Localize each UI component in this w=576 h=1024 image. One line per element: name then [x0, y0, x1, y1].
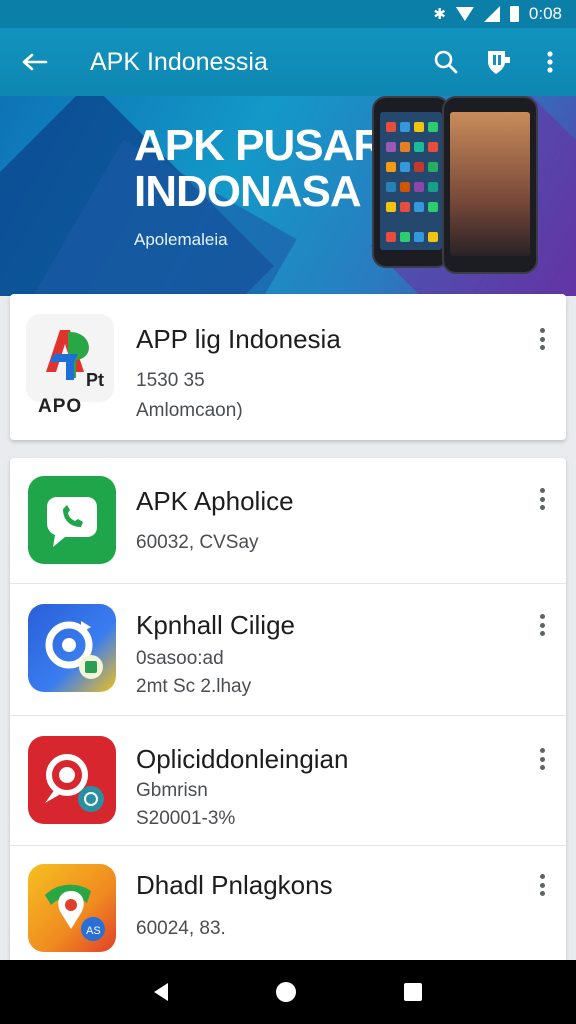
chat-bubble-icon	[28, 476, 116, 564]
more-options-icon[interactable]	[534, 870, 550, 900]
status-time: 0:08	[528, 4, 562, 23]
wifi-icon	[455, 7, 474, 21]
app-meta: Gbmrisn	[136, 780, 208, 801]
featured-app-card[interactable]: Pt APO APP lig Indonesia 1530 35 Amlomca…	[10, 294, 566, 440]
search-icon[interactable]	[420, 28, 472, 96]
app-meta: 0sasoo:ad	[136, 648, 224, 669]
list-item[interactable]: Kpnhall Cilige 0sasoo:ad 2mt Sc 2.lhay	[10, 584, 566, 716]
svg-text:AS: AS	[86, 925, 101, 937]
promo-banner[interactable]: APK PUSAR INDONASA Apolemaleia	[0, 96, 576, 296]
refresh-badge-icon	[28, 604, 116, 692]
phone-illustration	[442, 96, 538, 274]
bluetooth-icon: ✱	[433, 6, 446, 23]
featured-app-icon-mark: Pt	[86, 370, 104, 390]
app-name: Opliciddonleingian	[136, 744, 349, 774]
signal-icon	[483, 6, 500, 22]
list-item[interactable]: Opliciddonleingian Gbmrisn S20001-3%	[10, 716, 566, 846]
nav-home-icon[interactable]	[276, 982, 296, 1002]
featured-app-meta-1: 1530 35	[136, 370, 205, 391]
app-meta: 60032, CVSay	[136, 532, 259, 553]
app-meta: S20001-3%	[136, 808, 236, 829]
app-name: APK Apholice	[136, 486, 294, 516]
search-badge-icon	[28, 736, 116, 824]
system-nav-bar	[0, 960, 576, 1024]
banner-headline-line1: APK PUSAR	[134, 121, 385, 170]
nav-recents-icon[interactable]	[404, 983, 422, 1001]
more-options-icon[interactable]	[534, 610, 550, 640]
banner-subtitle: Apolemaleia	[134, 230, 228, 249]
more-options-icon[interactable]	[534, 484, 550, 514]
app-bar: APK Indonessia	[0, 28, 576, 96]
more-options-icon[interactable]	[534, 744, 550, 774]
arrow-back-icon[interactable]	[0, 28, 70, 96]
phone-illustration	[372, 96, 450, 268]
app-meta: 60024, 83.	[136, 918, 226, 939]
featured-app-icon-letters: APO	[38, 396, 83, 417]
more-vert-icon[interactable]	[524, 28, 576, 96]
app-meta: 2mt Sc 2.lhay	[136, 676, 252, 697]
more-options-icon[interactable]	[534, 324, 550, 354]
shield-tag-icon[interactable]	[472, 28, 524, 96]
list-item[interactable]: AS Dhadl Pnlagkons 60024, 83.	[10, 846, 566, 968]
banner-headline-line2: INDONASA	[134, 167, 362, 216]
app-name: Kpnhall Cilige	[136, 610, 295, 640]
featured-app-meta-2: Amlomcaon)	[136, 400, 243, 421]
list-item[interactable]: APK Apholice 60032, CVSay	[10, 458, 566, 584]
page-title: APK Indonessia	[90, 47, 268, 76]
status-bar: ✱ 0:08	[0, 0, 576, 28]
battery-icon	[509, 6, 519, 22]
maps-badge-icon: AS	[28, 864, 116, 952]
featured-app-name: APP lig Indonesia	[136, 324, 341, 354]
app-name: Dhadl Pnlagkons	[136, 870, 333, 900]
app-list: APK Apholice 60032, CVSay Kpnhall Cilige…	[10, 458, 566, 968]
nav-back-icon[interactable]	[154, 983, 168, 1001]
